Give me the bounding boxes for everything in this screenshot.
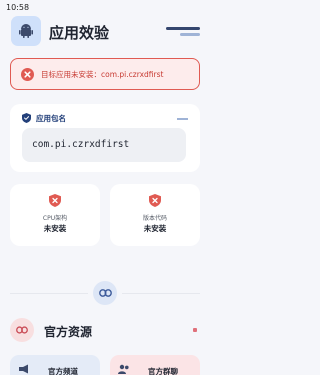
shield-check-icon: [22, 113, 31, 123]
shield-error-icon: [149, 194, 161, 207]
cpu-arch-value: 未安装: [43, 224, 67, 233]
official-group-label: 官方群聊: [148, 367, 178, 375]
header: 应用效验: [0, 12, 210, 50]
official-group-button[interactable]: 官方群聊: [110, 355, 200, 375]
package-label: 应用包名: [36, 114, 66, 123]
collapse-icon[interactable]: [177, 118, 188, 120]
link-icon: [98, 289, 112, 297]
package-name-field[interactable]: com.pi.czrxdfirst: [22, 128, 186, 162]
resources-title: 官方资源: [44, 325, 93, 339]
resources-icon-badge: [10, 318, 34, 342]
resources-header: 官方资源: [0, 316, 210, 346]
error-icon: [21, 68, 34, 81]
divider: [122, 293, 200, 294]
official-channel-label: 官方频道: [48, 367, 78, 375]
error-message: 目标应用未安装：com.pi.czrxdfirst: [41, 70, 164, 79]
error-banner: 目标应用未安装：com.pi.czrxdfirst: [10, 58, 200, 90]
shield-error-icon: [49, 194, 61, 207]
version-code-card: 版本代码 未安装: [110, 184, 200, 246]
cpu-arch-card: CPU架构 未安装: [10, 184, 100, 246]
app-icon: [11, 16, 41, 46]
megaphone-icon: [19, 364, 28, 374]
cpu-arch-label: CPU架构: [42, 215, 68, 222]
android-icon: [19, 24, 33, 38]
link-icon: [16, 326, 28, 334]
version-code-value: 未安装: [143, 224, 167, 233]
page-title: 应用效验: [49, 24, 110, 42]
official-channel-button[interactable]: 官方频道: [10, 355, 100, 375]
group-icon: [118, 364, 129, 374]
decorative-dot: [193, 328, 197, 332]
version-code-label: 版本代码: [142, 215, 167, 222]
status-time: 10:58: [6, 3, 30, 12]
link-button[interactable]: [93, 281, 117, 305]
divider: [10, 293, 88, 294]
package-name-value: com.pi.czrxdfirst: [32, 139, 130, 150]
menu-icon[interactable]: [166, 27, 200, 37]
